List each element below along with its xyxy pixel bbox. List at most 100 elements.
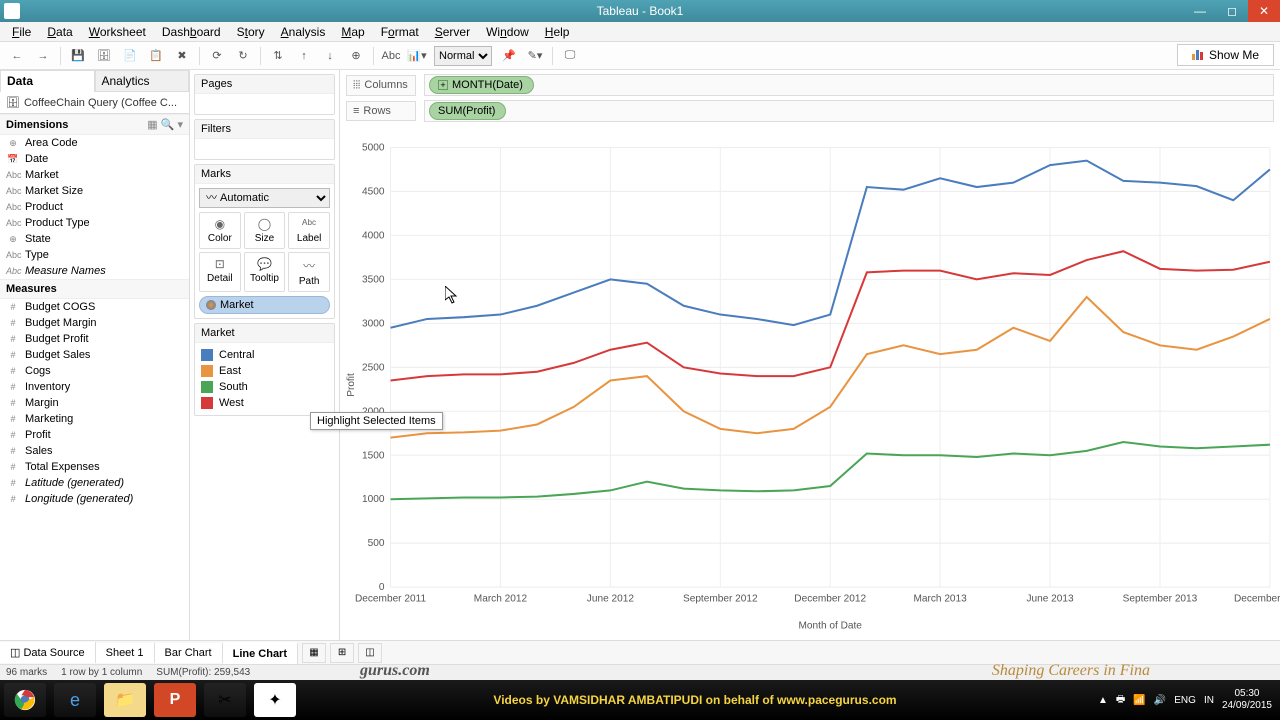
tableau-taskbar-icon[interactable]: ✦ (254, 683, 296, 717)
fit-select[interactable]: Normal (434, 46, 492, 66)
datasource-tab[interactable]: ◫ Data Source (0, 642, 96, 663)
mark-size-button[interactable]: ◯Size (244, 212, 286, 249)
duplicate-button[interactable]: 📋 (145, 45, 167, 67)
new-worksheet-button[interactable]: 📄 (119, 45, 141, 67)
menu-server[interactable]: Server (427, 23, 478, 41)
tray-printer-icon[interactable]: 🖶 (1116, 692, 1125, 709)
legend-item[interactable]: South (199, 379, 330, 395)
menu-help[interactable]: Help (537, 23, 578, 41)
sheet1-tab[interactable]: Sheet 1 (96, 643, 155, 663)
save-button[interactable]: 💾 (67, 45, 89, 67)
chrome-icon[interactable] (4, 683, 46, 717)
measure-field[interactable]: #Number of Records (0, 507, 189, 509)
group-button[interactable]: ⊕ (345, 45, 367, 67)
dimension-field[interactable]: 📅Date (0, 151, 189, 167)
dimension-field[interactable]: AbcProduct (0, 199, 189, 215)
datasource-item[interactable]: 🗄 CoffeeChain Query (Coffee C... (0, 92, 189, 114)
menu-story[interactable]: Story (229, 23, 273, 41)
explorer-icon[interactable]: 📁 (104, 683, 146, 717)
dimension-field[interactable]: AbcProduct Type (0, 215, 189, 231)
dimension-field[interactable]: ⊕Area Code (0, 135, 189, 151)
minimize-button[interactable]: — (1184, 0, 1216, 22)
dimension-field[interactable]: AbcMarket (0, 167, 189, 183)
back-button[interactable]: ← (6, 45, 28, 67)
columns-shelf[interactable]: +MONTH(Date) (424, 74, 1274, 96)
tray-kb[interactable]: IN (1204, 695, 1214, 706)
barchart-tab[interactable]: Bar Chart (155, 643, 223, 663)
clear-button[interactable]: ✖ (171, 45, 193, 67)
menu-analysis[interactable]: Analysis (273, 23, 334, 41)
dimension-field[interactable]: AbcType (0, 247, 189, 263)
mark-label-button[interactable]: ᴬᵇᶜLabel (288, 212, 330, 249)
measure-field[interactable]: #Marketing (0, 411, 189, 427)
linechart-tab[interactable]: Line Chart (223, 642, 298, 664)
new-story-tab-button[interactable]: ◫ (358, 643, 382, 663)
mark-detail-button[interactable]: ⊡Detail (199, 252, 241, 292)
refresh-button[interactable]: ↻ (232, 45, 254, 67)
analytics-tab[interactable]: Analytics (95, 70, 190, 92)
ie-icon[interactable]: e (54, 683, 96, 717)
tray-network-icon[interactable]: 📶 (1133, 695, 1145, 706)
dimension-field[interactable]: ⊕State (0, 231, 189, 247)
measure-field[interactable]: #Budget Profit (0, 331, 189, 347)
menu-file[interactable]: File (4, 23, 39, 41)
measure-field[interactable]: #Budget Margin (0, 315, 189, 331)
marks-type-select[interactable]: 〰 Automatic (199, 188, 330, 208)
menu-map[interactable]: Map (333, 23, 372, 41)
rows-shelf[interactable]: SUM(Profit) (424, 100, 1274, 122)
menu-worksheet[interactable]: Worksheet (81, 23, 154, 41)
new-worksheet-tab-button[interactable]: ▦ (302, 643, 326, 663)
measure-field[interactable]: #Sales (0, 443, 189, 459)
tray-lang[interactable]: ENG (1174, 695, 1196, 706)
dimension-field[interactable]: AbcMeasure Names (0, 263, 189, 279)
dimension-field[interactable]: AbcMarket Size (0, 183, 189, 199)
aggregation-button[interactable]: 📊▾ (406, 45, 428, 67)
pin-button[interactable]: 📌 (498, 45, 520, 67)
show-labels-button[interactable]: Abc (380, 45, 402, 67)
measure-field[interactable]: #Longitude (generated) (0, 491, 189, 507)
new-dashboard-tab-button[interactable]: ⊞ (330, 643, 354, 663)
menu-data[interactable]: Data (39, 23, 80, 41)
swap-button[interactable]: ⇅ (267, 45, 289, 67)
mark-path-button[interactable]: 〰Path (288, 252, 330, 292)
highlight-button[interactable]: ✎▾ (524, 45, 546, 67)
measure-field[interactable]: #Total Expenses (0, 459, 189, 475)
autosave-button[interactable]: ⟳ (206, 45, 228, 67)
tray-up-icon[interactable]: ▲ (1098, 695, 1108, 706)
datasource-icon: 🗄 (6, 96, 20, 109)
mark-tooltip-button[interactable]: 💬Tooltip (244, 252, 286, 292)
legend-item[interactable]: West (199, 395, 330, 411)
legend-item[interactable]: East (199, 363, 330, 379)
menu-window[interactable]: Window (478, 23, 537, 41)
presentation-button[interactable]: 🖵 (559, 45, 581, 67)
sort-asc-button[interactable]: ↑ (293, 45, 315, 67)
tray-volume-icon[interactable]: 🔊 (1154, 695, 1166, 706)
viz-pane: ⦙⦙⦙ Columns +MONTH(Date) ≡ Rows SUM(Prof… (340, 70, 1280, 640)
powerpoint-icon[interactable]: P (154, 683, 196, 717)
svg-text:September 2013: September 2013 (1123, 593, 1198, 604)
data-tab[interactable]: Data (0, 70, 95, 92)
new-datasource-button[interactable]: 🗄 (93, 45, 115, 67)
show-me-button[interactable]: Show Me (1177, 44, 1274, 66)
measure-field[interactable]: #Latitude (generated) (0, 475, 189, 491)
menu-dashboard[interactable]: Dashboard (154, 23, 229, 41)
chart-area[interactable]: 0500100015002000250030003500400045005000… (340, 130, 1280, 640)
tray-clock[interactable]: 05:30 24/09/2015 (1222, 688, 1272, 712)
mark-color-button[interactable]: ◉Color (199, 212, 241, 249)
forward-button[interactable]: → (32, 45, 54, 67)
measure-field[interactable]: #Profit (0, 427, 189, 443)
measure-field[interactable]: #Cogs (0, 363, 189, 379)
measure-field[interactable]: #Inventory (0, 379, 189, 395)
menu-format[interactable]: Format (373, 23, 427, 41)
columns-pill[interactable]: +MONTH(Date) (429, 76, 534, 94)
close-button[interactable]: ✕ (1248, 0, 1280, 22)
legend-item[interactable]: Central (199, 347, 330, 363)
measure-field[interactable]: #Budget COGS (0, 299, 189, 315)
color-market-pill[interactable]: Market (199, 296, 330, 314)
measure-field[interactable]: #Margin (0, 395, 189, 411)
snipping-icon[interactable]: ✂ (204, 683, 246, 717)
sort-desc-button[interactable]: ↓ (319, 45, 341, 67)
maximize-button[interactable]: ◻ (1216, 0, 1248, 22)
rows-pill[interactable]: SUM(Profit) (429, 102, 506, 120)
measure-field[interactable]: #Budget Sales (0, 347, 189, 363)
